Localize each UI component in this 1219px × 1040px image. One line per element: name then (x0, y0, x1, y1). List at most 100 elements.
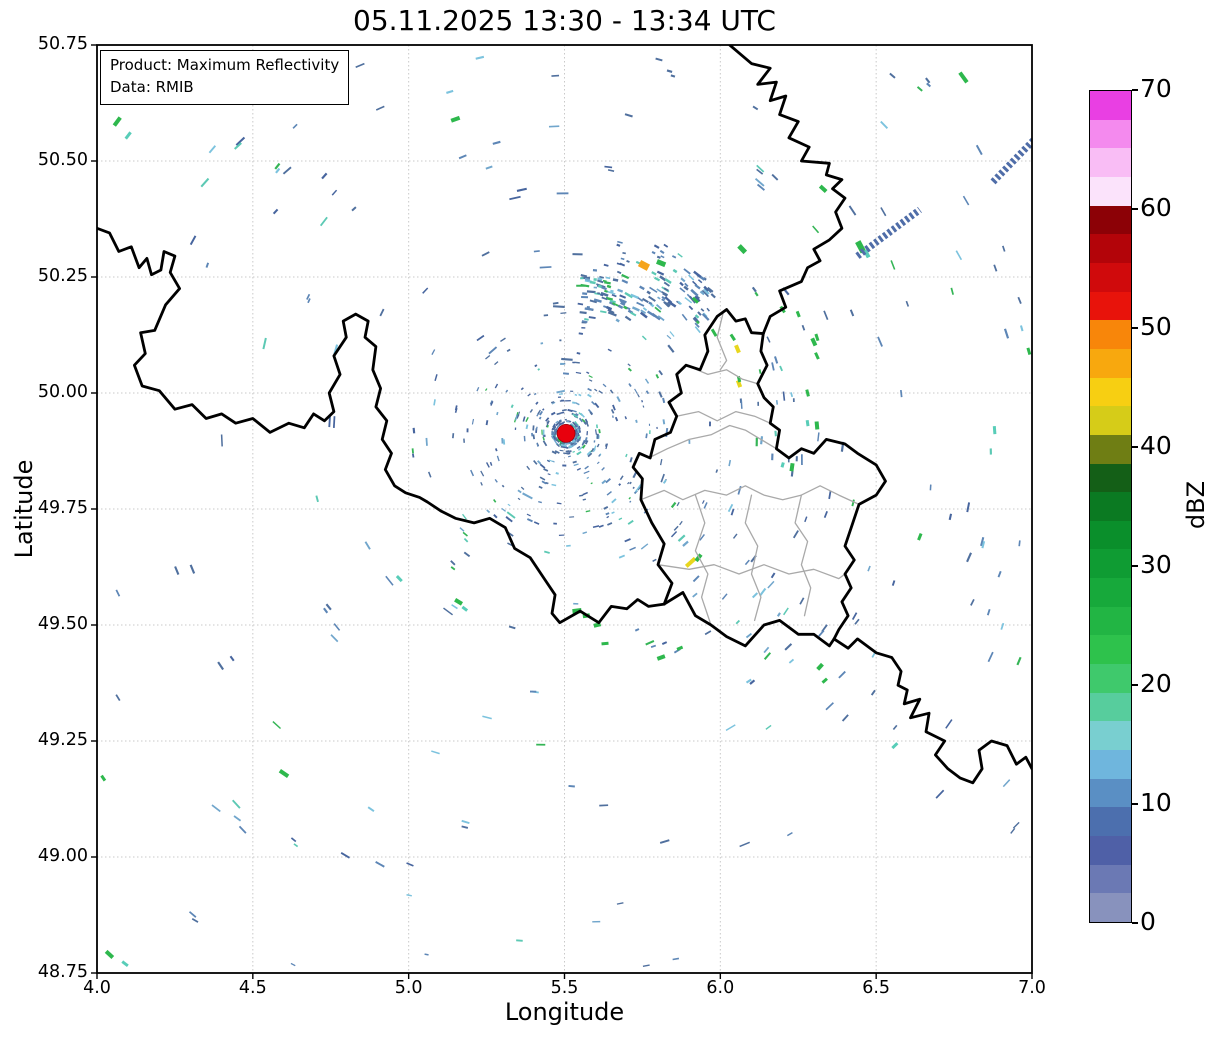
echo-dash (609, 299, 616, 304)
echo-dash (758, 369, 762, 374)
colorbar-band-30dbz (1090, 549, 1131, 579)
echo-dash (588, 316, 596, 320)
echo-dash (759, 587, 767, 597)
echo-dash (476, 387, 480, 392)
echo-dash (538, 500, 542, 504)
echo-dash (653, 244, 660, 249)
echo-dash (659, 458, 663, 466)
echo-dash (1019, 325, 1024, 332)
echo-dash (525, 416, 529, 423)
colorbar-band-40dbz (1090, 434, 1131, 464)
echo-dash (598, 390, 603, 394)
echo-dash (525, 424, 529, 430)
echo-dash (431, 750, 440, 755)
echo-dash (766, 336, 771, 343)
echo-dash (740, 400, 743, 409)
echo-dash (533, 392, 537, 396)
echo-dash (891, 580, 896, 586)
echo-dash (480, 481, 483, 486)
echo-dash (332, 416, 336, 429)
colorbar-tick-label: 70 (1140, 74, 1172, 103)
echo-dash (565, 450, 570, 453)
echo-dash (599, 275, 605, 279)
echo-dash (517, 497, 521, 501)
echo-dash (471, 418, 475, 425)
echo-dash (775, 400, 779, 405)
echo-dash (496, 455, 500, 462)
echo-dash (776, 612, 781, 617)
echo-dash (572, 401, 576, 404)
echo-dash (585, 510, 591, 513)
echo-dash (597, 279, 604, 284)
echo-dash (544, 550, 550, 554)
echo-dash (658, 370, 663, 376)
echo-dash (586, 290, 596, 294)
echo-dash (605, 443, 608, 447)
echo-dash (641, 297, 649, 304)
echo-dash (569, 445, 573, 449)
echo-dash (992, 426, 997, 435)
colorbar-band-70dbz (1090, 90, 1131, 120)
echo-dash (642, 964, 650, 968)
echo-dash (434, 374, 438, 382)
echo-dash (556, 502, 562, 505)
echo-dash (694, 314, 700, 319)
echo-dash (681, 313, 688, 321)
echo-dash (851, 612, 858, 621)
echo-dash (554, 428, 558, 435)
colorbar-tick-mark (1132, 208, 1138, 210)
echo-dash (627, 519, 634, 525)
echo-dash (604, 281, 611, 285)
echo-dash (367, 806, 375, 812)
colorbar-band-67.5dbz (1090, 119, 1131, 149)
echo-dash (812, 225, 820, 234)
echo-dash (958, 71, 969, 84)
echo-dash (632, 486, 635, 490)
echo-dash (489, 461, 493, 466)
echo-dash (605, 478, 611, 484)
echo-dash (461, 825, 469, 829)
echo-dash (539, 410, 544, 416)
echo-dash (763, 646, 770, 654)
colorbar-band-32.5dbz (1090, 520, 1131, 550)
echo-dash (627, 367, 632, 372)
echo-dash (580, 273, 588, 278)
echo-dash (458, 154, 467, 160)
echo-dash (488, 346, 498, 355)
x-tick-label: 5.5 (550, 978, 579, 998)
echo-dash (578, 393, 582, 397)
echo-dash (935, 789, 945, 799)
echo-dash (737, 244, 748, 255)
echo-dash (537, 368, 541, 371)
echo-dash (664, 278, 672, 284)
echo-dash (598, 524, 604, 528)
y-tick-label: 49.50 (37, 614, 88, 634)
echo-dash (817, 432, 820, 442)
echo-dash (605, 305, 613, 311)
echo-dash (431, 349, 436, 356)
echo-dash (617, 304, 624, 310)
echo-dash (355, 62, 365, 69)
echo-dash (526, 513, 531, 517)
echo-dash (1002, 245, 1006, 252)
country-border-luxembourg-france (662, 591, 836, 648)
echo-dash (784, 643, 793, 651)
echo-dash (541, 480, 547, 485)
echo-dash (838, 670, 846, 679)
echo-dash (594, 402, 600, 409)
echo-dash (780, 462, 785, 468)
echo-dash (659, 839, 670, 844)
echo-dash (655, 57, 663, 62)
echo-dash (700, 308, 705, 312)
echo-dash (694, 326, 701, 334)
y-tick-label: 50.25 (37, 266, 88, 286)
echo-dash (661, 298, 665, 302)
echo-dash (648, 301, 653, 306)
echo-dash (575, 402, 580, 406)
echo-dash (501, 484, 505, 488)
echo-dash (411, 453, 415, 458)
echo-dash (626, 259, 630, 263)
echo-dash (272, 208, 279, 215)
echo-dash (412, 427, 416, 434)
echo-dash (364, 541, 371, 550)
